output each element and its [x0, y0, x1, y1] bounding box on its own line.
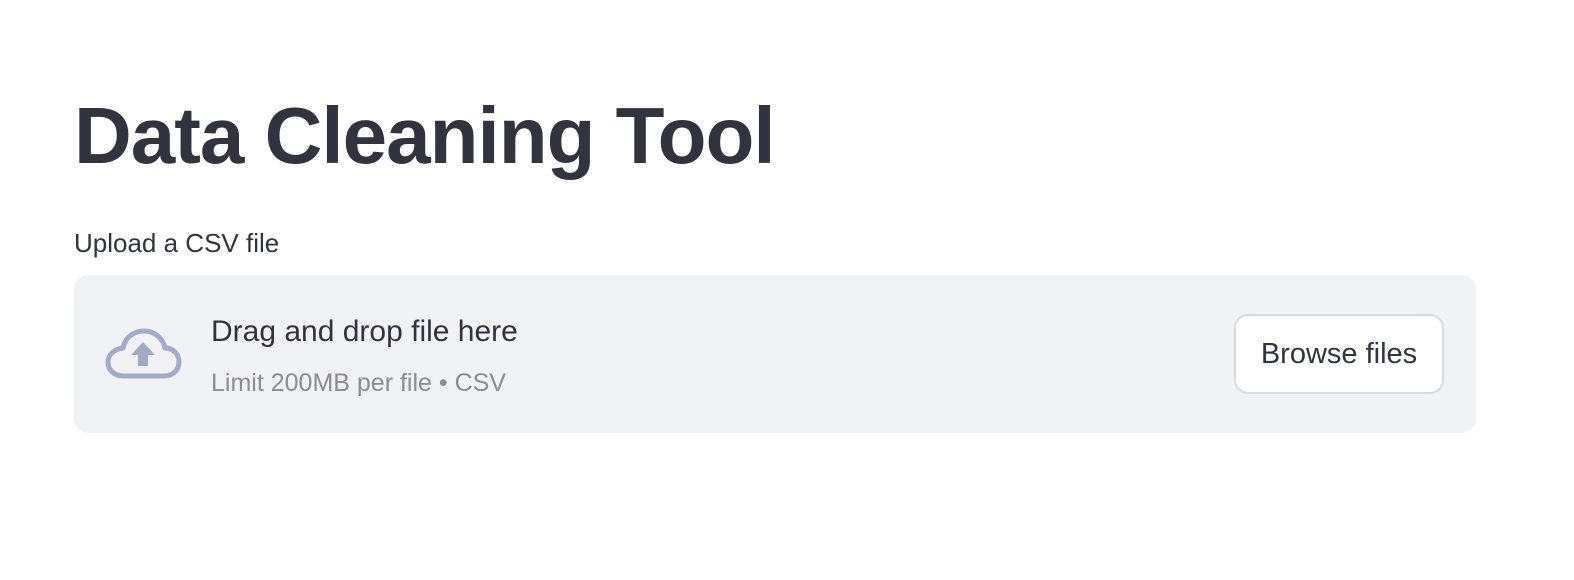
file-dropzone[interactable]: Drag and drop file here Limit 200MB per … [74, 275, 1476, 433]
cloud-upload-icon [105, 328, 182, 379]
page-title: Data Cleaning Tool [74, 91, 776, 180]
app-page: Data Cleaning Tool Upload a CSV file Dra… [0, 0, 1574, 580]
browse-files-button[interactable]: Browse files [1234, 314, 1444, 394]
upload-label: Upload a CSV file [74, 228, 280, 258]
dropzone-limit-text: Limit 200MB per file • CSV [211, 369, 506, 397]
dropzone-instructions: Drag and drop file here [211, 315, 518, 348]
